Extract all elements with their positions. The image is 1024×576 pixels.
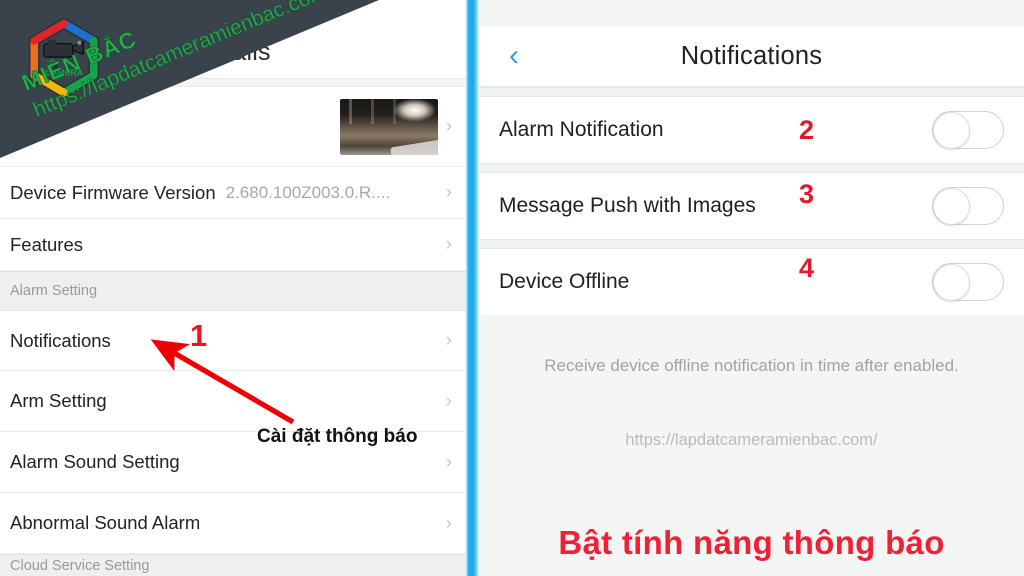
arm-setting-label: Arm Setting bbox=[10, 390, 107, 411]
message-push-with-images-row[interactable]: Message Push with Images 3 bbox=[479, 173, 1024, 239]
section-divider bbox=[0, 78, 466, 87]
features-label: Features bbox=[10, 233, 84, 255]
chevron-right-icon: › bbox=[445, 182, 452, 203]
device-details-header: tails bbox=[0, 26, 466, 78]
chevron-right-icon: › bbox=[445, 451, 452, 473]
chevron-right-icon: › bbox=[445, 330, 452, 351]
device-firmware-version-value: 2.680.100Z003.0.R.... bbox=[225, 182, 391, 202]
group-header-alarm-setting: Alarm Setting bbox=[0, 271, 466, 311]
group-header-cloud-service-setting: Cloud Service Setting bbox=[0, 554, 466, 576]
watermark-url-right: https://lapdatcameramienbac.com/ bbox=[625, 431, 878, 449]
annotation-caption-1: Cài đặt thông báo bbox=[257, 426, 418, 447]
device-firmware-version-label: Device Firmware Version bbox=[10, 181, 216, 203]
sidebar-item-arm-setting[interactable]: Arm Setting › bbox=[0, 371, 466, 432]
sidebar-item-abnormal-sound-alarm[interactable]: Abnormal Sound Alarm › bbox=[0, 493, 466, 554]
device-offline-description-text: Receive device offline notification in t… bbox=[544, 356, 959, 375]
section-gap bbox=[479, 87, 1024, 97]
annotation-marker-2: 2 bbox=[798, 114, 814, 145]
notifications-label: Notifications bbox=[10, 329, 111, 351]
group-header-alarm-setting-label: Alarm Setting bbox=[10, 283, 98, 299]
section-gap bbox=[479, 163, 1024, 173]
callout-text: Bật tính năng thông báo bbox=[558, 524, 945, 561]
device-thumbnail-row[interactable]: › bbox=[0, 87, 466, 167]
chevron-right-icon: › bbox=[445, 116, 452, 137]
section-gap bbox=[479, 239, 1024, 249]
message-push-with-images-label: Message Push with Images bbox=[499, 194, 756, 217]
panel-divider bbox=[466, 0, 479, 576]
group-header-cloud-service-setting-label: Cloud Service Setting bbox=[10, 558, 150, 574]
device-offline-label: Device Offline bbox=[499, 270, 630, 293]
device-details-panel: tails › Device Firmware Version 2.680.10… bbox=[0, 0, 466, 576]
chevron-right-icon: › bbox=[445, 512, 452, 534]
message-push-with-images-toggle[interactable] bbox=[932, 187, 1004, 225]
notifications-panel: ‹ Notifications Alarm Notification 2 Mes… bbox=[479, 0, 1024, 576]
annotation-marker-3: 3 bbox=[798, 179, 814, 209]
device-offline-row[interactable]: Device Offline 4 bbox=[479, 249, 1024, 315]
sidebar-item-notifications[interactable]: Notifications › bbox=[0, 311, 466, 371]
annotation-marker-4: 4 bbox=[798, 253, 814, 283]
annotation-marker-1: 1 bbox=[190, 318, 208, 353]
features-row[interactable]: Features › bbox=[0, 219, 466, 271]
device-offline-toggle[interactable] bbox=[932, 263, 1004, 301]
device-snapshot-image bbox=[339, 98, 438, 155]
toggle-knob bbox=[933, 187, 970, 225]
notifications-title: Notifications bbox=[680, 41, 823, 70]
page-title: tails bbox=[225, 37, 271, 66]
screenshot-root: tails › Device Firmware Version 2.680.10… bbox=[0, 0, 1024, 576]
alarm-notification-toggle[interactable] bbox=[932, 111, 1004, 149]
back-arrow-icon[interactable]: ‹ bbox=[509, 41, 519, 71]
alarm-sound-setting-label: Alarm Sound Setting bbox=[10, 451, 180, 472]
chevron-right-icon: › bbox=[445, 234, 452, 255]
abnormal-sound-alarm-label: Abnormal Sound Alarm bbox=[10, 512, 201, 533]
notifications-header: ‹ Notifications bbox=[479, 26, 1024, 87]
alarm-notification-label: Alarm Notification bbox=[499, 118, 664, 141]
chevron-right-icon: › bbox=[445, 390, 452, 412]
alarm-notification-row[interactable]: Alarm Notification 2 bbox=[479, 97, 1024, 163]
toggle-knob bbox=[933, 111, 970, 149]
device-firmware-version-row[interactable]: Device Firmware Version 2.680.100Z003.0.… bbox=[0, 167, 466, 219]
toggle-knob bbox=[933, 263, 970, 301]
device-offline-description: Receive device offline notification in t… bbox=[479, 352, 1024, 380]
